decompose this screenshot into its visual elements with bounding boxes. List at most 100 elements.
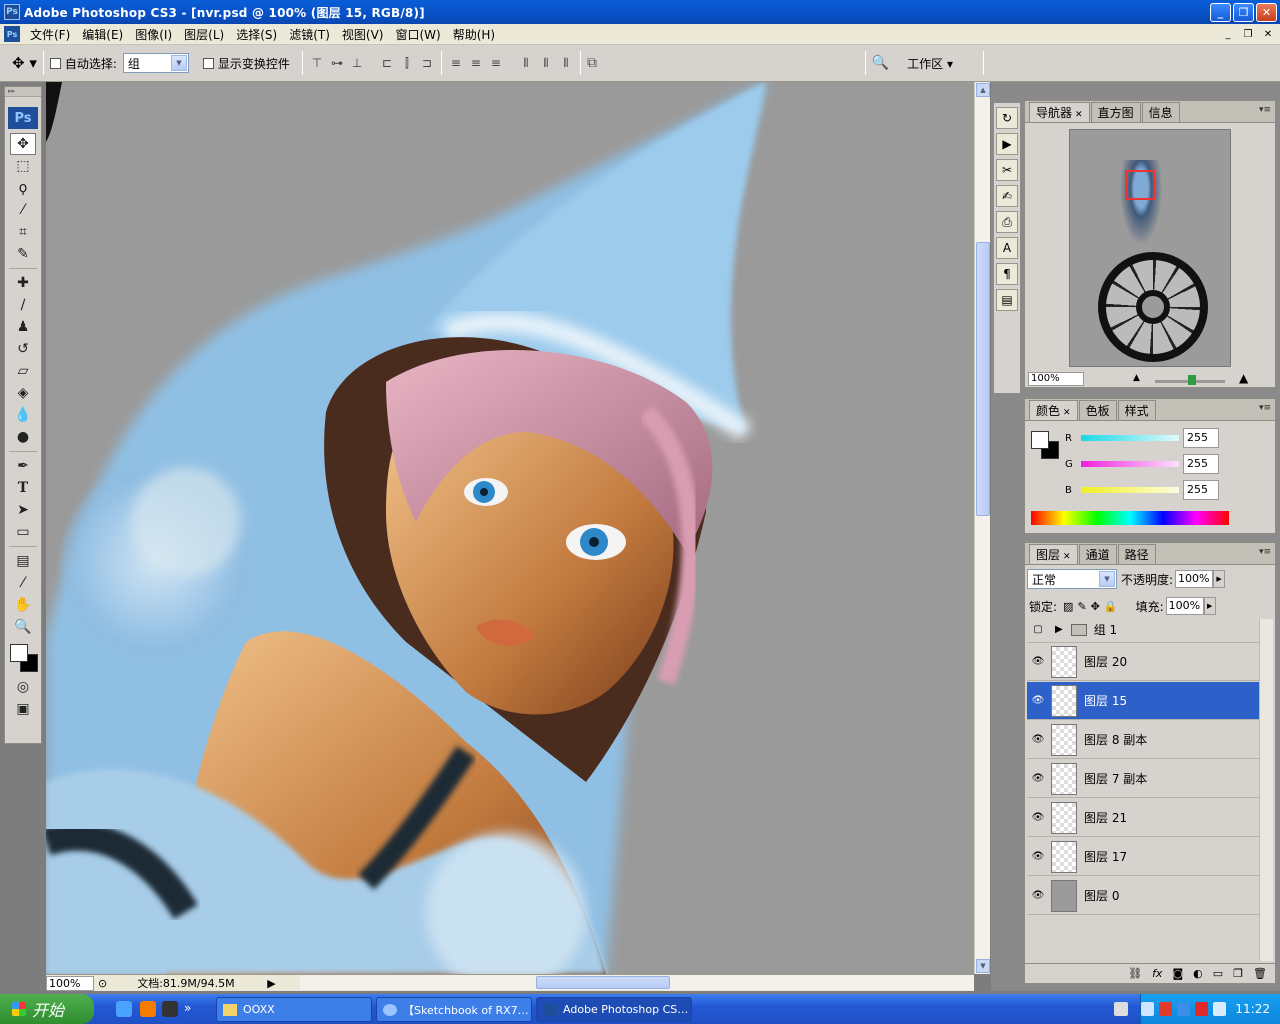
document-canvas[interactable] [46, 82, 974, 974]
lasso-icon[interactable]: ϙ [10, 177, 36, 199]
firefox-icon[interactable] [140, 1001, 156, 1017]
close-icon[interactable]: ✕ [1063, 552, 1071, 562]
eraser-icon[interactable]: ▱ [10, 360, 36, 382]
brush-icon[interactable]: ∕ [10, 294, 36, 316]
tab-layers[interactable]: 图层 ✕ [1029, 544, 1078, 564]
distribute-top-icon[interactable]: ≡ [448, 55, 464, 71]
auto-align-icon[interactable]: ⧉ [587, 55, 597, 71]
vertical-scroll-thumb[interactable] [976, 242, 990, 516]
new-layer-icon[interactable]: ❐ [1233, 967, 1243, 980]
zoom-out-icon[interactable]: ▲ [1133, 373, 1140, 383]
distribute-right-icon[interactable]: ⦀ [558, 55, 574, 71]
eye-icon[interactable]: 👁 [1027, 812, 1049, 823]
restore-button[interactable]: ❐ [1233, 3, 1254, 22]
blur-icon[interactable]: 💧 [10, 404, 36, 426]
layer-row[interactable]: 👁 图层 20 [1027, 643, 1259, 681]
lock-pixels-icon[interactable]: ✎ [1077, 600, 1086, 613]
opacity-field[interactable]: 100% [1175, 570, 1214, 588]
quick-mask-icon[interactable]: ◎ [10, 676, 36, 698]
dodge-icon[interactable]: ● [10, 426, 36, 448]
menu-select[interactable]: 选择(S) [230, 26, 283, 43]
move-icon[interactable]: ✥ [10, 133, 36, 155]
align-vcenter-icon[interactable]: ⊶ [329, 55, 345, 71]
layer-row[interactable]: 👁 图层 7 副本 [1027, 760, 1259, 798]
distribute-hcenter-icon[interactable]: ⦀ [538, 55, 554, 71]
auto-select-checkbox[interactable] [49, 57, 61, 69]
align-top-icon[interactable]: ⊤ [309, 55, 325, 71]
close-icon[interactable]: ✕ [1075, 110, 1083, 120]
zoom-slider-knob[interactable] [1188, 375, 1196, 385]
align-hcenter-icon[interactable]: ⫿ [399, 55, 415, 71]
close-button[interactable]: ✕ [1256, 3, 1277, 22]
taskbar-button-photoshop[interactable]: Adobe Photoshop CS… [536, 997, 692, 1022]
color-swatches[interactable] [8, 642, 38, 672]
green-slider[interactable] [1081, 461, 1179, 467]
close-icon[interactable]: ✕ [1063, 408, 1071, 418]
eye-icon[interactable]: 👁 [1027, 656, 1049, 667]
auto-select-dropdown[interactable]: 组 ▼ [122, 53, 189, 73]
bridge-icon[interactable]: 🔍 [872, 55, 889, 71]
clock[interactable]: 11:22 [1235, 1002, 1270, 1016]
screen-mode-icon[interactable]: ▣ [10, 698, 36, 720]
taskbar-button-ooxx[interactable]: OOXX [216, 997, 372, 1022]
layer-row-selected[interactable]: 👁 图层 15 [1027, 682, 1259, 720]
menu-file[interactable]: 文件(F) [24, 26, 76, 43]
status-menu-icon[interactable]: ⊙ [98, 977, 107, 990]
foreground-color-swatch[interactable] [10, 644, 28, 662]
tray-network-icon[interactable] [1177, 1002, 1191, 1016]
fill-field[interactable]: 100% [1165, 597, 1204, 615]
tab-styles[interactable]: 样式 [1117, 400, 1156, 420]
stamp-icon[interactable]: ♟ [10, 316, 36, 338]
layer-comps-icon[interactable]: ▤ [996, 289, 1018, 311]
show-transform-checkbox[interactable] [202, 57, 214, 69]
align-bottom-icon[interactable]: ⊥ [349, 55, 365, 71]
menu-image[interactable]: 图像(I) [129, 26, 178, 43]
adjustment-icon[interactable]: ◐ [1193, 967, 1203, 980]
brushes-panel-icon[interactable]: ✍ [996, 185, 1018, 207]
menu-edit[interactable]: 编辑(E) [76, 26, 129, 43]
ie-icon[interactable] [116, 1001, 132, 1017]
eyedropper-icon[interactable]: ⁄ [10, 572, 36, 594]
panel-menu-icon[interactable]: ▾≡ [1259, 403, 1271, 413]
doc-minimize-button[interactable]: _ [1220, 27, 1236, 41]
distribute-bottom-icon[interactable]: ≡ [488, 55, 504, 71]
eye-icon[interactable]: 👁 [1027, 890, 1049, 901]
paragraph-panel-icon[interactable]: ¶ [996, 263, 1018, 285]
distribute-vcenter-icon[interactable]: ≡ [468, 55, 484, 71]
clone-source-icon[interactable]: ⎙ [996, 211, 1018, 233]
tab-channels[interactable]: 通道 [1078, 544, 1117, 564]
tool-presets-icon[interactable]: ✂ [996, 159, 1018, 181]
quicklaunch-app-icon[interactable] [162, 1001, 178, 1017]
blue-slider[interactable] [1081, 487, 1179, 493]
fx-icon[interactable]: fx [1152, 967, 1162, 980]
type-icon[interactable]: T [10, 477, 36, 499]
fill-arrow-icon[interactable]: ▶ [1203, 597, 1216, 615]
hand-icon[interactable]: ✋ [10, 594, 36, 616]
expand-arrow-icon[interactable]: ▶ [1055, 624, 1063, 635]
mask-icon[interactable]: ◙ [1172, 967, 1183, 980]
layer-group-row[interactable]: ▢ ▶ 组 1 [1027, 617, 1259, 643]
blend-mode-dropdown[interactable]: 正常 ▼ [1027, 569, 1117, 589]
character-panel-icon[interactable]: A [996, 237, 1018, 259]
status-arrow-icon[interactable]: ▶ [267, 977, 275, 990]
pen-icon[interactable]: ✒ [10, 455, 36, 477]
actions-panel-icon[interactable]: ▶ [996, 133, 1018, 155]
layers-scrollbar[interactable] [1259, 619, 1273, 961]
document-icon[interactable]: Ps [4, 26, 20, 42]
align-right-icon[interactable]: ⊐ [419, 55, 435, 71]
tab-paths[interactable]: 路径 [1117, 544, 1156, 564]
notes-icon[interactable]: ▤ [10, 550, 36, 572]
tab-histogram[interactable]: 直方图 [1090, 102, 1141, 122]
tab-info[interactable]: 信息 [1141, 102, 1180, 122]
lock-all-icon[interactable]: 🔒 [1104, 600, 1118, 613]
tab-swatches[interactable]: 色板 [1078, 400, 1117, 420]
navigator-view-box[interactable] [1125, 170, 1155, 200]
path-select-icon[interactable]: ➤ [10, 499, 36, 521]
red-slider[interactable] [1081, 435, 1179, 441]
scroll-down-icon[interactable]: ▼ [976, 959, 990, 973]
layer-row[interactable]: 👁 图层 8 副本 [1027, 721, 1259, 759]
tools-grip[interactable]: ▸▸ [5, 87, 41, 97]
eyedropper-slice-icon[interactable]: ✎ [10, 243, 36, 265]
layer-row[interactable]: 👁 图层 17 [1027, 838, 1259, 876]
blue-value-field[interactable]: 255 [1183, 480, 1219, 500]
